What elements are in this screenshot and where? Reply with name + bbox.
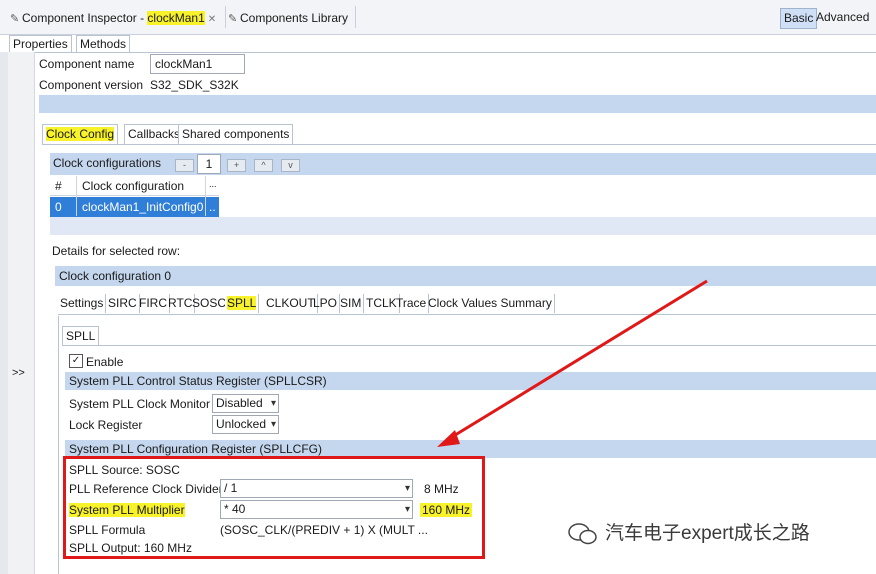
annotation-arrow xyxy=(437,279,708,447)
watermark-text: 汽车电子expert成长之路 xyxy=(605,523,810,544)
annotation-arrow-shaft xyxy=(446,279,708,442)
wechat-icon xyxy=(568,523,597,545)
watermark: 汽车电子expert成长之路 xyxy=(567,518,810,547)
